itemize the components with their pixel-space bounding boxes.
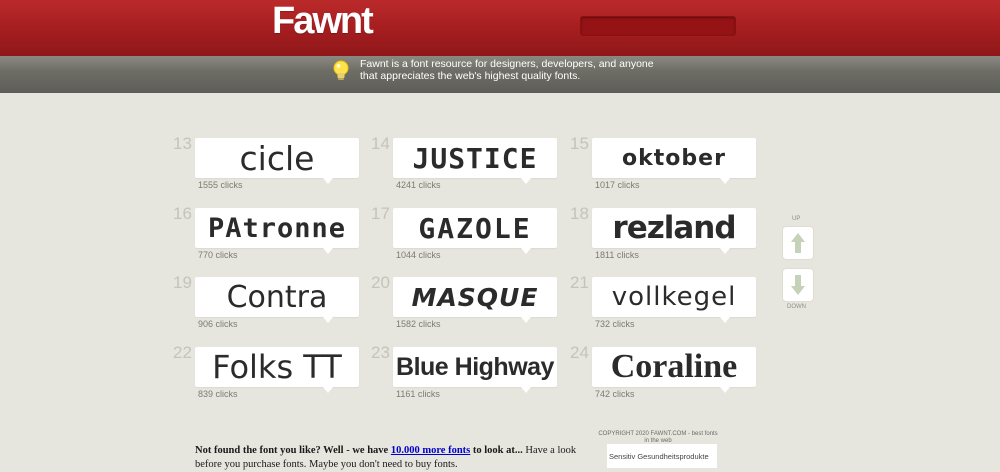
- font-rank-number: 15: [570, 134, 589, 153]
- font-rank-number: 23: [371, 343, 390, 362]
- font-rank-number: 18: [570, 204, 589, 223]
- speech-pointer: [323, 387, 333, 393]
- speech-pointer: [323, 317, 333, 323]
- font-card[interactable]: 14 JUSTICE 4241 clicks: [371, 134, 593, 208]
- font-card[interactable]: 19 Contra 906 clicks: [173, 273, 395, 347]
- arrow-down-icon: [791, 275, 805, 295]
- font-card[interactable]: 24 Coraline 742 clicks: [570, 343, 792, 417]
- font-preview-name[interactable]: Blue Highway: [393, 347, 557, 387]
- font-preview-name[interactable]: GAZOLE: [393, 208, 557, 248]
- speech-pointer: [720, 248, 730, 254]
- logo[interactable]: Fawnt: [272, 0, 374, 42]
- font-rank-number: 14: [371, 134, 390, 153]
- click-count: 1044 clicks: [396, 250, 441, 260]
- font-preview-name[interactable]: JUSTICE: [393, 138, 557, 178]
- click-count: 742 clicks: [595, 389, 635, 399]
- click-count: 1017 clicks: [595, 180, 640, 190]
- click-count: 1811 clicks: [595, 250, 639, 260]
- search-input[interactable]: [580, 16, 736, 36]
- font-preview-name[interactable]: PAtronne: [195, 208, 359, 248]
- arrow-up-icon: [791, 233, 805, 253]
- copyright-line-1: COPYRIGHT 2020 FAWNT.COM - best fonts: [598, 431, 718, 437]
- font-rank-number: 22: [173, 343, 192, 362]
- page-up-button[interactable]: [782, 226, 814, 260]
- font-rank-number: 13: [173, 134, 192, 153]
- speech-pointer: [720, 387, 730, 393]
- font-preview-name[interactable]: cicle: [195, 138, 359, 178]
- font-rank-number: 19: [173, 273, 192, 292]
- click-count: 4241 clicks: [396, 180, 441, 190]
- font-rank-number: 21: [570, 273, 589, 292]
- speech-pointer: [720, 178, 730, 184]
- speech-pointer: [323, 178, 333, 184]
- header-bar: [0, 0, 1000, 56]
- font-card[interactable]: 22 Folks TT 839 clicks: [173, 343, 395, 417]
- font-card[interactable]: 23 Blue Highway 1161 clicks: [371, 343, 593, 417]
- font-preview-name[interactable]: Coraline: [592, 347, 756, 387]
- pager-up-label: UP: [792, 216, 801, 222]
- click-count: 906 clicks: [198, 319, 238, 329]
- speech-pointer: [521, 317, 531, 323]
- speech-pointer: [521, 178, 531, 184]
- font-rank-number: 24: [570, 343, 589, 362]
- speech-pointer: [720, 317, 730, 323]
- font-card[interactable]: 21 vollkegel 732 clicks: [570, 273, 792, 347]
- copyright: COPYRIGHT 2020 FAWNT.COM - best fonts in…: [590, 431, 726, 445]
- ad-text[interactable]: Sensitiv Gesundheitsprodukte: [609, 452, 709, 461]
- click-count: 1582 clicks: [396, 319, 441, 329]
- click-count: 732 clicks: [595, 319, 635, 329]
- font-preview-name[interactable]: Folks TT: [195, 347, 359, 387]
- font-card[interactable]: 13 cicle 1555 clicks: [173, 134, 395, 208]
- more-fonts-link[interactable]: 10.000 more fonts: [391, 445, 470, 456]
- speech-pointer: [323, 248, 333, 254]
- font-rank-number: 16: [173, 204, 192, 223]
- font-rank-number: 20: [371, 273, 390, 292]
- speech-pointer: [521, 248, 531, 254]
- font-preview-name[interactable]: Contra: [195, 277, 359, 317]
- font-preview-name[interactable]: oktober: [592, 138, 756, 178]
- pager-down-label: DOWN: [787, 304, 806, 310]
- click-count: 839 clicks: [198, 389, 238, 399]
- click-count: 1161 clicks: [396, 389, 440, 399]
- footer-lead: Not found the font you like? Well - we h…: [195, 445, 389, 456]
- font-card[interactable]: 17 GAZOLE 1044 clicks: [371, 204, 593, 278]
- footer-after-link: to look at...: [472, 445, 523, 456]
- page-down-button[interactable]: [782, 268, 814, 302]
- font-preview-name[interactable]: MASQUE: [393, 277, 557, 317]
- font-card[interactable]: 20 MASQUE 1582 clicks: [371, 273, 593, 347]
- footer-message: Not found the font you like? Well - we h…: [195, 444, 595, 472]
- font-preview-name[interactable]: vollkegel: [592, 277, 756, 317]
- speech-pointer: [521, 387, 531, 393]
- tagline: Fawnt is a font resource for designers, …: [360, 58, 654, 82]
- font-card[interactable]: 16 PAtronne 770 clicks: [173, 204, 395, 278]
- click-count: 770 clicks: [198, 250, 238, 260]
- font-card[interactable]: 18 rezland 1811 clicks: [570, 204, 792, 278]
- font-card[interactable]: 15 oktober 1017 clicks: [570, 134, 792, 208]
- font-rank-number: 17: [371, 204, 390, 223]
- lightbulb-icon: [333, 60, 349, 80]
- font-preview-name[interactable]: rezland: [592, 208, 756, 248]
- click-count: 1555 clicks: [198, 180, 243, 190]
